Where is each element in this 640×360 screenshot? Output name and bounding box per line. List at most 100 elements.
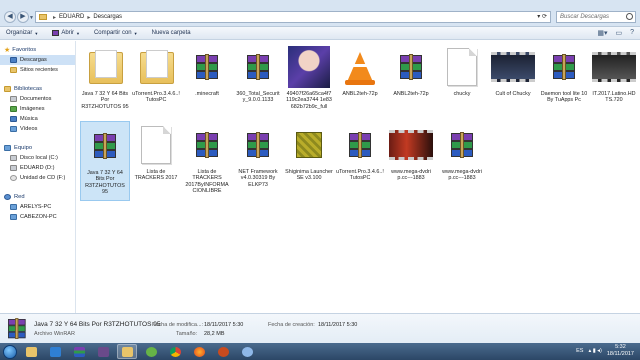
- winrar-icon: [94, 133, 116, 159]
- file-item[interactable]: chucky: [437, 43, 487, 97]
- document-icon: [447, 48, 477, 86]
- taskbar-app-chrome[interactable]: [165, 344, 185, 359]
- file-item[interactable]: Cult of Chucky: [488, 43, 538, 97]
- chevron-down-icon: ▼: [75, 30, 80, 36]
- open-button[interactable]: Abrir ▼: [52, 30, 80, 36]
- sidebar-item-label: Descargas: [20, 57, 47, 63]
- file-name: ANBL2teh-72p: [393, 91, 429, 97]
- file-item[interactable]: Shiginima Launcher SE v3.100: [284, 121, 334, 182]
- sidebar-item-videos[interactable]: Vídeos: [0, 124, 75, 134]
- open-icon: [52, 30, 60, 36]
- winrar-icon: [400, 54, 422, 80]
- file-item-selected[interactable]: Java 7 32 Y 64 Bits Por R3TZHOTUTOS 95: [80, 121, 130, 201]
- sidebar-item-cabezon-pc[interactable]: CABEZON-PC: [0, 212, 75, 222]
- sidebar-item-label: Vídeos: [20, 126, 38, 132]
- view-controls: ▦▾ ▭ ?: [597, 29, 634, 37]
- organize-button[interactable]: Organizar ▼: [6, 30, 38, 36]
- file-item[interactable]: uTorrent.Pro.3.4.6..!TutosPC: [131, 43, 181, 104]
- sidebar-item-label: CABEZON-PC: [20, 214, 57, 220]
- sidebar-item-libraries[interactable]: Bibliotecas: [0, 84, 75, 94]
- file-item[interactable]: 360_Total_Securit y_9.0.0.1133: [233, 43, 283, 104]
- sidebar-item-label: Unidad de CD (F:): [20, 175, 66, 181]
- recent-pages-icon[interactable]: ▼: [29, 15, 34, 21]
- recent-places-icon: [10, 67, 17, 73]
- video-thumbnail: [592, 52, 636, 82]
- file-item[interactable]: .minecraft: [182, 43, 232, 97]
- search-input[interactable]: Buscar Descargas: [556, 11, 636, 23]
- address-bar[interactable]: ▸ EDUARD ▸ Descargas ▾ ⟳: [35, 11, 551, 23]
- file-item[interactable]: Lista de TRACKERS 2017: [131, 121, 181, 182]
- sidebar-item-arelys-pc[interactable]: ARELYS-PC: [0, 202, 75, 212]
- details-file-name: Java 7 32 Y 64 Bits Por R3TZHOTUTOS 95: [34, 321, 161, 328]
- taskbar-app-game[interactable]: [93, 344, 113, 359]
- clock-date: 18/11/2017: [606, 350, 634, 357]
- preview-pane-icon[interactable]: ▭: [615, 29, 622, 37]
- file-item[interactable]: 49407f26a65ca4f7 119c2ea3744 1e83 682b72…: [284, 43, 334, 110]
- chevron-down-icon: ▼: [34, 30, 39, 36]
- file-item[interactable]: ANBL2teh-72p: [335, 43, 385, 97]
- new-folder-label: Nueva carpeta: [151, 30, 191, 36]
- file-item[interactable]: uTorrent.Pro.3.4.6..!TutosPC: [335, 121, 385, 182]
- taskbar-app-explorer[interactable]: [21, 344, 41, 359]
- file-name: IT.2017.Latino.HD TS.720: [592, 91, 636, 104]
- folder-icon: [121, 346, 133, 357]
- file-name: Lista de TRACKERS 2017: [134, 169, 178, 182]
- tray-icons[interactable]: ▴ ▮ ◂): [588, 348, 601, 354]
- file-item[interactable]: ANBL2teh-72p: [386, 43, 436, 97]
- sidebar-item-favorites[interactable]: ★ Favoritos: [0, 45, 75, 55]
- file-name: chucky: [453, 91, 471, 97]
- downloads-icon: [10, 57, 17, 63]
- sidebar-item-music[interactable]: Música: [0, 114, 75, 124]
- taskbar-app-explorer-active[interactable]: [117, 344, 137, 359]
- sidebar-item-network[interactable]: Red: [0, 192, 75, 202]
- taskbar-app-winrar[interactable]: [69, 344, 89, 359]
- breadcrumb-descargas[interactable]: Descargas: [93, 14, 122, 20]
- title-bar: ◀ ▶ ▼ ▸ EDUARD ▸ Descargas ▾ ⟳ Buscar De…: [0, 0, 640, 27]
- navigation-pane: ★ Favoritos Descargas Sitios recientes Bi…: [0, 41, 76, 313]
- file-item[interactable]: Java 7 32 Y 64 Bits Por R3TZHOTUTOS 95: [80, 43, 130, 110]
- star-icon: ★: [4, 46, 11, 54]
- file-name: Cult of Chucky: [495, 91, 531, 97]
- sidebar-item-computer[interactable]: Equipo: [0, 143, 75, 153]
- taskbar-app-itunes[interactable]: [237, 344, 257, 359]
- sidebar-item-cd-drive[interactable]: Unidad de CD (F:): [0, 173, 75, 183]
- file-item[interactable]: Daemon tool lite 10 By TuApps Pc: [539, 43, 589, 104]
- folder-icon: [89, 50, 123, 84]
- file-item[interactable]: IT.2017.Latino.HD TS.720: [589, 43, 639, 104]
- forward-icon[interactable]: ▶: [17, 11, 29, 23]
- help-icon[interactable]: ?: [630, 29, 634, 37]
- new-folder-button[interactable]: Nueva carpeta: [152, 30, 191, 36]
- winrar-icon: [247, 54, 269, 80]
- sidebar-item-eduard-d[interactable]: EDUARD (D:): [0, 163, 75, 173]
- file-item[interactable]: www.mega-dvdri p.cc---1883: [386, 121, 436, 182]
- sidebar-item-recent[interactable]: Sitios recientes: [0, 65, 75, 75]
- refresh-icon[interactable]: ▾ ⟳: [537, 13, 547, 20]
- network-icon: [4, 194, 11, 200]
- taskbar-app-other[interactable]: [213, 344, 233, 359]
- computer-icon: [4, 145, 11, 151]
- sidebar-item-documents[interactable]: Documentos: [0, 94, 75, 104]
- file-item[interactable]: Lista de TRACKERS 2017ByINFORMA CIONLIBR…: [182, 121, 232, 194]
- view-options-icon[interactable]: ▦▾: [597, 29, 607, 37]
- sidebar-item-downloads[interactable]: Descargas: [0, 55, 75, 65]
- folder-icon: [25, 346, 37, 357]
- sidebar-item-local-disk[interactable]: Disco local (C:): [0, 153, 75, 163]
- file-item[interactable]: NET Framework v4.0.30319 By ELKP73: [233, 121, 283, 188]
- file-name: NET Framework v4.0.30319 By ELKP73: [238, 169, 278, 188]
- sidebar-item-label: Disco local (C:): [20, 155, 58, 161]
- taskbar-app-media[interactable]: [45, 344, 65, 359]
- folder-icon: [39, 14, 47, 20]
- sidebar-item-images[interactable]: Imágenes: [0, 104, 75, 114]
- video-thumbnail: [389, 130, 433, 160]
- share-button[interactable]: Compartir con ▼: [94, 30, 138, 36]
- file-name: 360_Total_Securit y_9.0.0.1133: [236, 91, 280, 104]
- clock[interactable]: 5:32 18/11/2017: [607, 344, 634, 357]
- back-icon[interactable]: ◀: [4, 11, 16, 23]
- language-indicator[interactable]: ES: [576, 348, 583, 354]
- breadcrumb-eduard[interactable]: EDUARD: [59, 14, 84, 20]
- start-button[interactable]: [3, 344, 17, 359]
- taskbar-app-utorrent[interactable]: [141, 344, 161, 359]
- breadcrumb-separator: ▸: [53, 14, 57, 21]
- file-item[interactable]: www.mega-dvdri p.cc---1883: [437, 121, 487, 182]
- taskbar-app-firefox[interactable]: [189, 344, 209, 359]
